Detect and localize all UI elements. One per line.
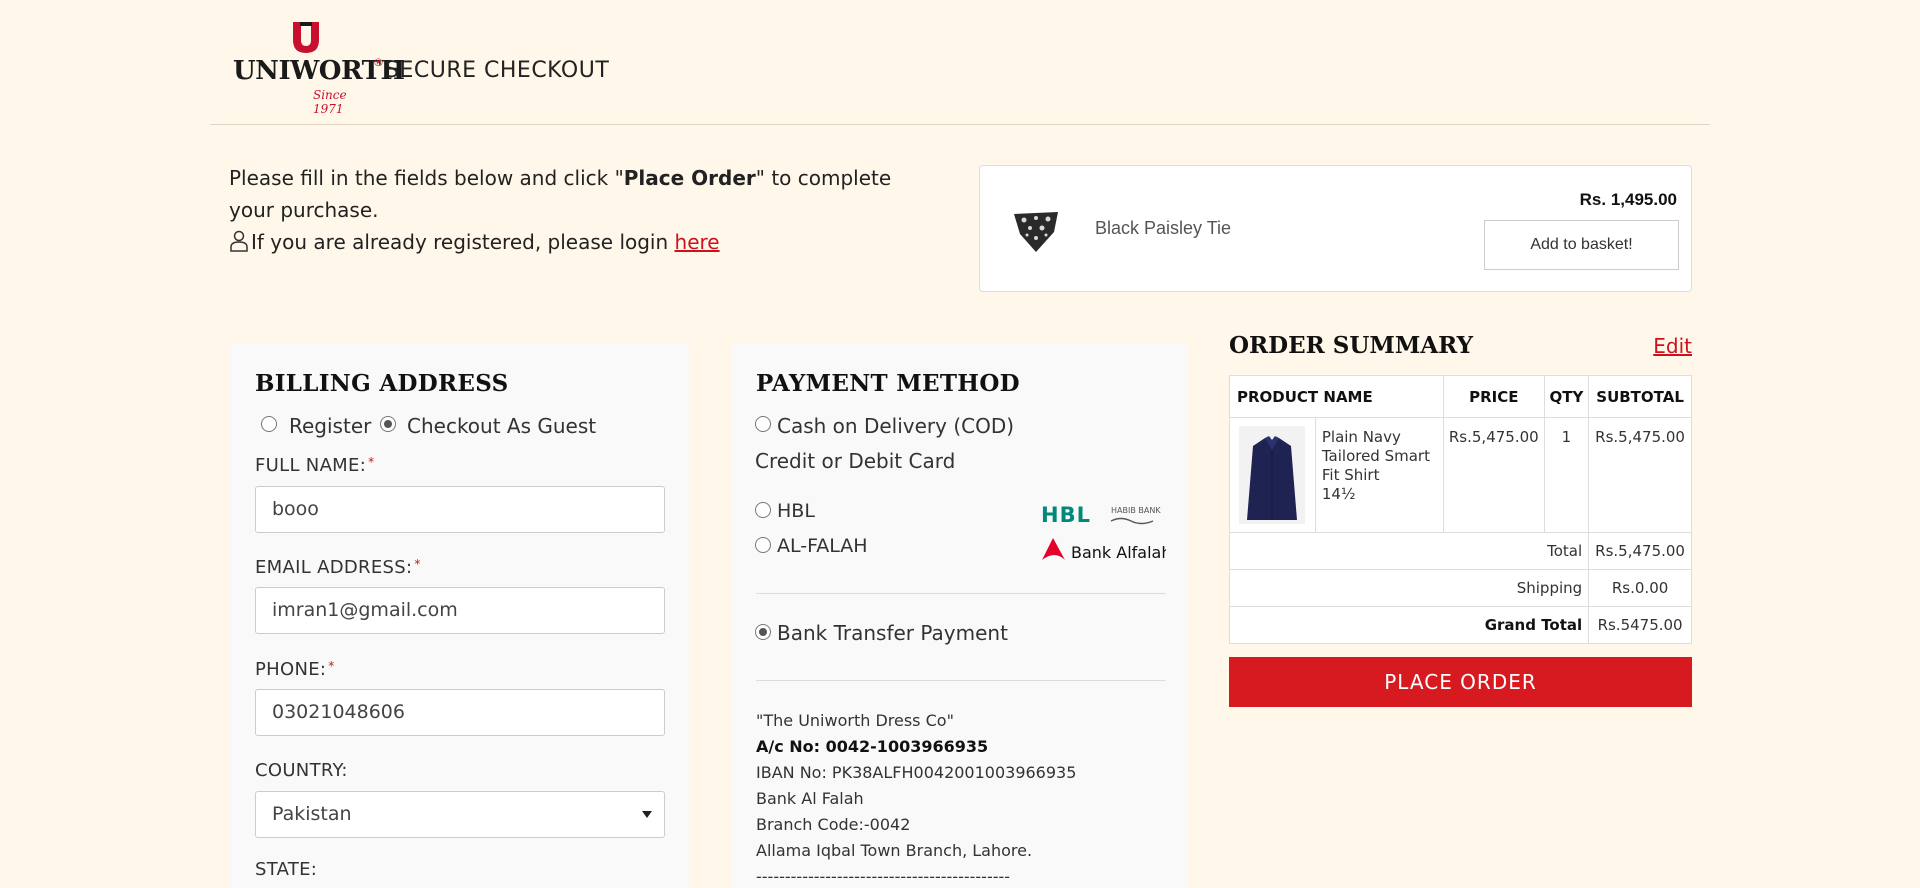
country-select[interactable]: Pakistan — [255, 791, 665, 838]
bank-transfer-label[interactable]: Bank Transfer Payment — [777, 621, 1008, 645]
phone-field[interactable]: 03021048606 — [255, 689, 665, 736]
cod-radio[interactable] — [755, 416, 771, 432]
table-header-row: PRODUCT NAME PRICE QTY SUBTOTAL — [1229, 375, 1692, 418]
upsell-product-name[interactable]: Black Paisley Tie — [1095, 218, 1231, 239]
product-name[interactable]: Plain Navy Tailored Smart Fit Shirt — [1322, 428, 1437, 485]
shirt-product-image[interactable] — [1239, 426, 1305, 524]
order-summary-title: ORDER SUMMARY — [1229, 332, 1474, 359]
page-title: SECURE CHECKOUT — [385, 58, 610, 83]
order-summary: ORDER SUMMARY Edit PRODUCT NAME PRICE QT… — [1228, 332, 1692, 707]
add-to-basket-button[interactable]: Add to basket! — [1484, 220, 1679, 270]
checkout-as-guest-label[interactable]: Checkout As Guest — [407, 414, 596, 438]
bank-name: Bank Al Falah — [756, 789, 864, 808]
required-mark: * — [328, 659, 335, 673]
bank-branch-code: Branch Code:-0042 — [756, 815, 911, 834]
required-mark: * — [368, 455, 375, 469]
email-field[interactable]: imran1@gmail.com — [255, 587, 665, 634]
intro-place-order-text: Place Order — [623, 166, 756, 190]
edit-cart-link[interactable]: Edit — [1653, 334, 1692, 358]
grand-total-value: Rs.5475.00 — [1588, 606, 1692, 644]
column-header-subtotal: SUBTOTAL — [1588, 375, 1692, 418]
chevron-down-icon — [642, 811, 652, 818]
bank-alfalah-icon: Bank Alfalah — [1042, 538, 1172, 562]
product-qty: 1 — [1543, 417, 1590, 533]
product-name-cell: Plain Navy Tailored Smart Fit Shirt 14½ — [1314, 417, 1444, 533]
checkout-instructions: Please fill in the fields below and clic… — [229, 162, 929, 258]
email-label-text: EMAIL ADDRESS: — [255, 557, 413, 578]
grand-total-label: Grand Total — [1228, 606, 1590, 644]
hbl-radio[interactable] — [755, 502, 771, 518]
register-label[interactable]: Register — [289, 414, 371, 438]
country-label: COUNTRY: — [255, 760, 348, 781]
uniworth-logo[interactable]: UNIWORTH ® Since 1971 — [233, 22, 405, 116]
total-row: Total Rs.5,475.00 — [1228, 532, 1692, 570]
login-link[interactable]: here — [675, 230, 720, 254]
total-label: Total — [1228, 532, 1590, 570]
registered-mark: ® — [373, 56, 384, 69]
divider — [756, 593, 1166, 594]
country-selected-value: Pakistan — [272, 803, 352, 825]
login-prompt: If you are already registered, please lo… — [251, 230, 675, 254]
habib-bank-text: HABIB BANK — [1111, 506, 1161, 515]
product-subtotal: Rs.5,475.00 — [1588, 417, 1692, 533]
shipping-row: Shipping Rs.0.00 — [1228, 569, 1692, 607]
shipping-value: Rs.0.00 — [1588, 569, 1692, 607]
payment-method-panel: PAYMENT METHOD Cash on Delivery (COD) Cr… — [731, 344, 1188, 888]
full-name-label: FULL NAME: * — [255, 455, 374, 476]
page-header: UNIWORTH ® Since 1971 SECURE CHECKOUT — [210, 0, 1710, 125]
hbl-logo-text: HBL — [1041, 503, 1091, 527]
billing-address-panel: BILLING ADDRESS Register Checkout As Gue… — [230, 344, 689, 888]
bank-separator: ----------------------------------------… — [756, 867, 1011, 886]
bank-alfalah-logo-text: Bank Alfalah — [1071, 543, 1166, 562]
upsell-product-price: Rs. 1,495.00 — [1579, 190, 1677, 209]
phone-label-text: PHONE: — [255, 659, 327, 680]
product-image-cell — [1229, 417, 1316, 533]
required-mark: * — [414, 557, 421, 571]
billing-title: BILLING ADDRESS — [255, 370, 509, 397]
bank-transfer-radio[interactable] — [755, 624, 771, 640]
shipping-label: Shipping — [1228, 569, 1590, 607]
bank-company: "The Uniworth Dress Co" — [756, 711, 954, 730]
card-heading: Credit or Debit Card — [755, 449, 956, 473]
brand-since: Since 1971 — [313, 88, 347, 116]
divider — [756, 680, 1166, 681]
upsell-product-card: Black Paisley Tie Rs. 1,495.00 Add to ba… — [979, 165, 1692, 292]
bank-alfalah-logo: Bank Alfalah — [1041, 536, 1172, 566]
bank-transfer-details: "The Uniworth Dress Co" A/c No: 0042-100… — [756, 708, 1076, 888]
register-radio[interactable] — [261, 416, 277, 432]
order-summary-table: PRODUCT NAME PRICE QTY SUBTOTAL Plain Na… — [1228, 375, 1692, 644]
column-header-product-name: PRODUCT NAME — [1229, 375, 1444, 418]
bank-branch: Allama Iqbal Town Branch, Lahore. — [756, 841, 1033, 860]
hbl-label[interactable]: HBL — [777, 500, 815, 522]
uniworth-u-mark-icon — [293, 22, 319, 53]
tie-product-image[interactable] — [1006, 206, 1066, 256]
hbl-logo: HBL HABIB BANK — [1041, 502, 1166, 528]
alfalah-radio[interactable] — [755, 537, 771, 553]
column-header-price: PRICE — [1442, 375, 1545, 418]
product-size: 14½ — [1321, 485, 1356, 503]
bank-account-number: A/c No: 0042-1003966935 — [756, 737, 989, 756]
table-row: Plain Navy Tailored Smart Fit Shirt 14½ … — [1229, 417, 1692, 533]
hbl-logo-icon: HBL HABIB BANK — [1041, 503, 1161, 527]
total-value: Rs.5,475.00 — [1588, 532, 1692, 570]
checkout-as-guest-radio[interactable] — [380, 416, 396, 432]
column-header-qty: QTY — [1543, 375, 1590, 418]
full-name-label-text: FULL NAME: — [255, 455, 367, 476]
bank-iban: IBAN No: PK38ALFH0042001003966935 — [756, 763, 1077, 782]
intro-text-before: Please fill in the fields below and clic… — [229, 166, 624, 190]
state-label: STATE: — [255, 859, 318, 880]
alfalah-label[interactable]: AL-FALAH — [777, 535, 868, 557]
place-order-button[interactable]: PLACE ORDER — [1229, 657, 1692, 707]
cod-label[interactable]: Cash on Delivery (COD) — [777, 414, 1014, 438]
payment-title: PAYMENT METHOD — [756, 370, 1020, 397]
phone-label: PHONE: * — [255, 659, 335, 680]
full-name-field[interactable]: booo — [255, 486, 665, 533]
user-icon — [230, 230, 248, 252]
grand-total-row: Grand Total Rs.5475.00 — [1228, 606, 1692, 644]
product-price: Rs.5,475.00 — [1442, 417, 1545, 533]
email-label: EMAIL ADDRESS: * — [255, 557, 421, 578]
